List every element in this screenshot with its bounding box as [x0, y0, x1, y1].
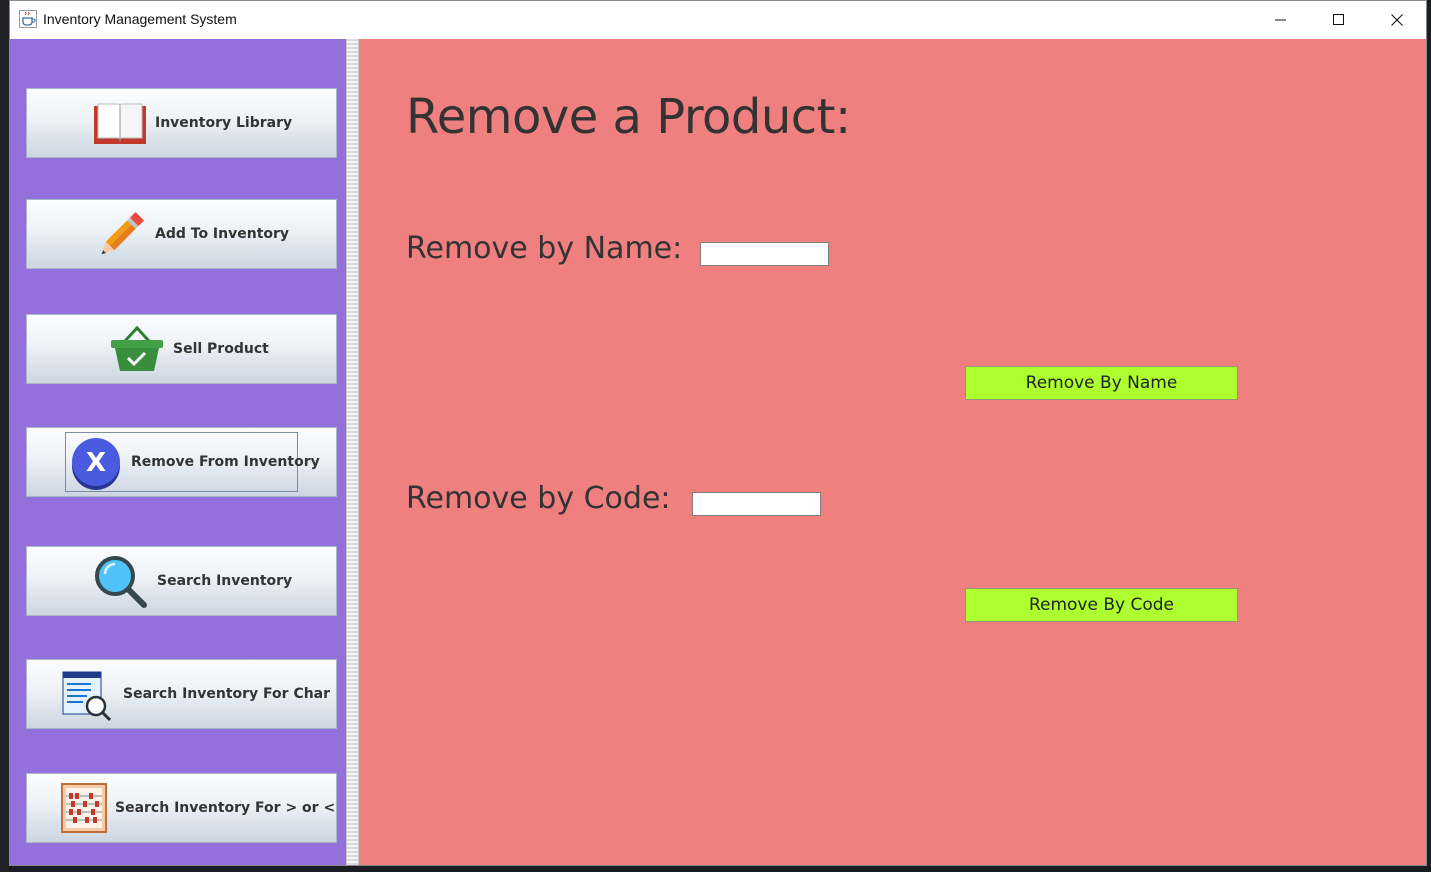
desktop-edge: [0, 0, 9, 872]
minimize-button[interactable]: [1252, 1, 1310, 39]
maximize-button[interactable]: [1310, 1, 1368, 39]
search-inventory-for-char-button[interactable]: Search Inventory For Char: [26, 659, 337, 729]
remove-from-inventory-button[interactable]: X Remove From Inventory: [26, 427, 337, 497]
search-inventory-label: Search Inventory: [157, 573, 293, 589]
minimize-icon: [1275, 19, 1286, 21]
remove-by-code-button[interactable]: Remove By Code: [965, 588, 1238, 622]
list-search-icon: [62, 671, 112, 722]
sell-product-button[interactable]: Sell Product: [26, 314, 337, 384]
magnifier-icon: [95, 556, 147, 608]
sell-product-label: Sell Product: [173, 341, 269, 357]
search-inventory-for-char-label: Search Inventory For Char: [123, 686, 331, 702]
name-input[interactable]: [700, 242, 829, 266]
split-pane-divider[interactable]: [346, 39, 359, 865]
page-title: Remove a Product:: [406, 89, 851, 145]
basket-icon: [111, 325, 163, 371]
title-bar: Inventory Management System: [10, 1, 1426, 39]
book-icon: [94, 103, 146, 144]
search-inventory-button[interactable]: Search Inventory: [26, 546, 337, 616]
remove-by-name-button[interactable]: Remove By Name: [965, 366, 1238, 400]
java-app-icon: [19, 10, 37, 28]
add-to-inventory-button[interactable]: Add To Inventory: [26, 199, 337, 269]
remove-by-code-label: Remove by Code:: [406, 481, 671, 516]
close-button[interactable]: [1368, 1, 1426, 39]
add-to-inventory-label: Add To Inventory: [155, 226, 290, 242]
main-panel: Remove a Product: Remove by Name: Remove…: [359, 39, 1426, 865]
remove-by-name-label: Remove by Name:: [406, 231, 683, 266]
search-inventory-for-compare-label: Search Inventory For > or <: [115, 800, 336, 816]
maximize-icon: [1333, 14, 1344, 25]
search-inventory-for-compare-button[interactable]: Search Inventory For > or <: [26, 773, 337, 843]
svg-text:X: X: [86, 448, 106, 478]
remove-from-inventory-label: Remove From Inventory: [131, 454, 320, 470]
abacus-icon: [61, 783, 107, 833]
inventory-library-label: Inventory Library: [155, 115, 293, 131]
inventory-library-button[interactable]: Inventory Library: [26, 88, 337, 158]
app-window: Inventory Management System Inventory Li…: [9, 0, 1427, 866]
code-input[interactable]: [692, 492, 821, 516]
window-title: Inventory Management System: [43, 11, 237, 27]
sidebar: Inventory Library Add To Inventory Sell …: [10, 39, 346, 865]
close-icon: [1391, 14, 1403, 26]
pencil-icon: [101, 211, 145, 255]
remove-x-icon: X: [72, 438, 120, 490]
